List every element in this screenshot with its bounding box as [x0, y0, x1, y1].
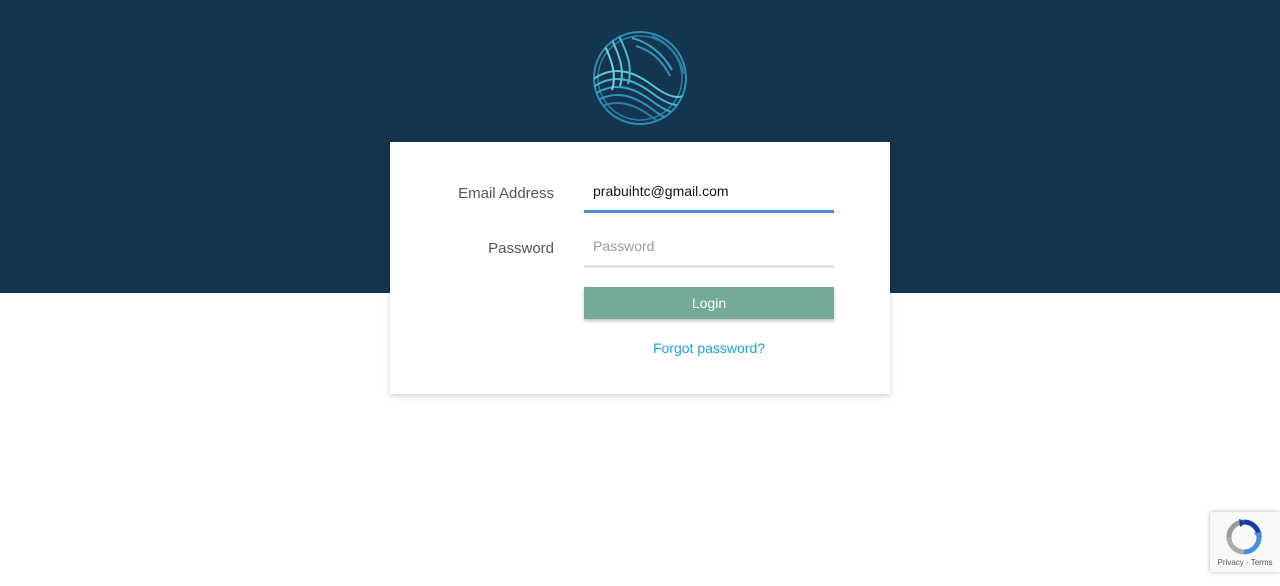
- password-field[interactable]: [584, 232, 834, 268]
- recaptcha-badge[interactable]: Privacy - Terms: [1210, 512, 1280, 572]
- wave-circle-logo-icon: [593, 31, 687, 125]
- recaptcha-links: Privacy - Terms: [1210, 558, 1280, 567]
- email-row: Email Address: [390, 173, 890, 213]
- email-label: Email Address: [458, 185, 554, 202]
- login-card: Email Address Password Login Forgot pass…: [390, 142, 890, 394]
- password-label: Password: [488, 240, 554, 257]
- recaptcha-privacy-link[interactable]: Privacy: [1218, 558, 1244, 567]
- recaptcha-terms-link[interactable]: Terms: [1251, 558, 1273, 567]
- forgot-password-link[interactable]: Forgot password?: [584, 340, 834, 356]
- recaptcha-separator: -: [1243, 558, 1251, 567]
- email-field[interactable]: [584, 177, 834, 213]
- login-page: Email Address Password Login Forgot pass…: [0, 0, 1280, 586]
- login-button[interactable]: Login: [584, 287, 834, 319]
- recaptcha-icon: [1226, 519, 1262, 555]
- password-row: Password: [390, 228, 890, 268]
